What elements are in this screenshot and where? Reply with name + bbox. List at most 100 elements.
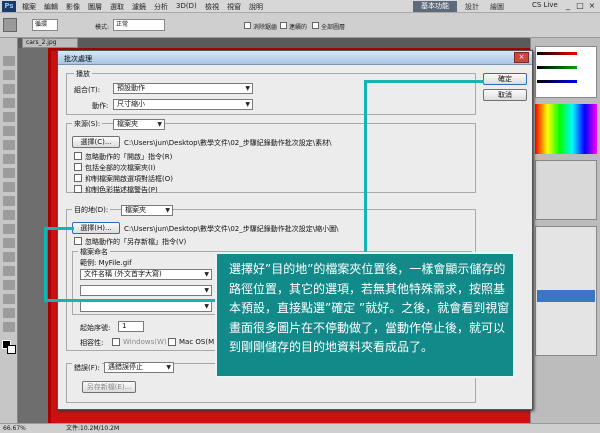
override-open-checkbox[interactable] — [74, 152, 82, 160]
all-layers-label: 全部圖層 — [321, 24, 346, 31]
tools-panel — [0, 38, 18, 423]
lasso-tool-icon[interactable] — [3, 84, 15, 94]
file-name-select-3[interactable]: ▼ — [80, 301, 212, 312]
move-tool-icon[interactable] — [3, 56, 15, 66]
all-layers-checkbox[interactable] — [312, 22, 319, 29]
contiguous-label: 連續的 — [289, 24, 308, 31]
healing-brush-tool-icon[interactable] — [3, 140, 15, 150]
zoom-level[interactable]: 66.67% — [3, 424, 26, 433]
anti-alias-checkbox[interactable] — [244, 22, 251, 29]
adjustments-panel[interactable] — [535, 160, 597, 220]
ok-button[interactable]: 確定 — [483, 73, 527, 85]
contiguous-checkbox[interactable] — [280, 22, 287, 29]
blur-tool-icon[interactable] — [3, 224, 15, 234]
red-slider[interactable] — [537, 52, 577, 55]
menu-edit[interactable]: 編輯 — [44, 2, 58, 12]
workspace-essentials-button[interactable]: 基本功能 — [413, 1, 457, 12]
eyedropper-tool-icon[interactable] — [3, 126, 15, 136]
type-tool-icon[interactable] — [3, 266, 15, 276]
blue-slider[interactable] — [537, 80, 577, 83]
quick-select-tool-icon[interactable] — [3, 98, 15, 108]
mode-select[interactable]: 正常 — [113, 19, 165, 31]
green-slider[interactable] — [537, 66, 577, 69]
source-path: C:\Users\jun\Desktop\數學文件\02_步驟紀錄動作批次設定\… — [124, 139, 332, 147]
callout-connector-left — [44, 227, 74, 230]
action-select[interactable]: 尺寸縮小 ▼ — [113, 99, 253, 110]
dialog-close-icon[interactable]: × — [514, 52, 529, 63]
swatches-panel[interactable] — [535, 104, 597, 154]
set-label: 組合(T): — [74, 86, 101, 94]
source-select[interactable]: 檔案夾 ▼ — [113, 119, 165, 130]
destination-select[interactable]: 檔案夾 ▼ — [121, 205, 173, 216]
menu-window[interactable]: 視窗 — [227, 2, 241, 12]
background-color-swatch[interactable] — [7, 345, 16, 354]
status-bar: 66.67% 文件:10.2M/10.2M — [0, 423, 600, 433]
file-name-select-1[interactable]: 文件名稱 (外文首字大寫) ▼ — [80, 269, 212, 280]
pen-tool-icon[interactable] — [3, 252, 15, 262]
file-naming-title: 檔案命名 — [78, 247, 110, 257]
options-bar: 循環 模式: 正常 消除鋸齒 連續的 全部圖層 — [0, 13, 600, 38]
save-as-button[interactable]: 另存新檔(E)... — [82, 381, 136, 393]
path-select-tool-icon[interactable] — [3, 280, 15, 290]
set-select[interactable]: 預設動作 ▼ — [113, 83, 253, 94]
close-icon[interactable]: × — [586, 1, 598, 11]
dialog-titlebar[interactable]: 批次處理 × — [58, 51, 532, 65]
suppress-open-dialogs-checkbox[interactable] — [74, 174, 82, 182]
zoom-tool-icon[interactable] — [3, 322, 15, 332]
fill-source-select[interactable]: 循環 — [32, 19, 58, 31]
right-panels — [530, 38, 600, 423]
clone-stamp-tool-icon[interactable] — [3, 168, 15, 178]
file-name-select-2[interactable]: ▼ — [80, 285, 212, 296]
menu-analysis[interactable]: 分析 — [154, 2, 168, 12]
compat-windows-label: Windows(W) — [123, 338, 167, 346]
override-open-label: 忽略動作的「開啟」指令(R) — [85, 153, 173, 161]
hand-tool-icon[interactable] — [3, 308, 15, 318]
mode-label: 模式: — [95, 24, 110, 31]
brush-tool-icon[interactable] — [3, 154, 15, 164]
document-tab[interactable]: cars_2.jpg — [22, 38, 78, 48]
suppress-open-dialogs-label: 抑制檔案開啟選項對話框(O) — [85, 175, 173, 183]
serial-input[interactable]: 1 — [118, 321, 144, 332]
suppress-color-warnings-checkbox[interactable] — [74, 185, 82, 193]
errors-select[interactable]: 遇錯誤停止 ▼ — [104, 362, 174, 373]
cs-live-button[interactable]: CS Live — [532, 1, 558, 9]
destination-choose-button[interactable]: 選擇(H)... — [72, 222, 120, 234]
menu-image[interactable]: 影像 — [66, 2, 80, 12]
eraser-tool-icon[interactable] — [3, 196, 15, 206]
shape-tool-icon[interactable] — [3, 294, 15, 304]
compat-windows-checkbox[interactable] — [112, 338, 120, 346]
include-subfolders-checkbox[interactable] — [74, 163, 82, 171]
callout-connector-vertical — [364, 80, 367, 253]
menu-select[interactable]: 選取 — [110, 2, 124, 12]
selected-layer-row[interactable] — [537, 290, 595, 302]
chevron-down-icon: ▼ — [204, 303, 209, 310]
document-info: 文件:10.2M/10.2M — [66, 425, 120, 432]
cancel-button[interactable]: 取消 — [483, 89, 527, 101]
menu-layer[interactable]: 圖層 — [88, 2, 102, 12]
suppress-color-warnings-label: 抑制色彩描述檔警告(P) — [85, 186, 158, 194]
compat-mac-label: Mac OS(M) — [179, 338, 217, 346]
menu-help[interactable]: 說明 — [249, 2, 263, 12]
menu-file[interactable]: 檔案 — [22, 2, 36, 12]
maximize-icon[interactable]: □ — [574, 1, 586, 11]
action-label: 動作: — [92, 102, 109, 110]
menu-view[interactable]: 檢視 — [205, 2, 219, 12]
photoshop-logo: Ps — [2, 1, 16, 12]
menu-3d[interactable]: 3D(D) — [176, 2, 197, 10]
paint-bucket-preset-icon[interactable] — [3, 18, 17, 32]
workspace-paint-link[interactable]: 繪圖 — [490, 2, 504, 12]
chevron-down-icon: ▼ — [245, 85, 250, 92]
history-brush-tool-icon[interactable] — [3, 182, 15, 192]
source-choose-button[interactable]: 選擇(C)... — [72, 136, 120, 148]
callout-connector-left-vertical — [44, 227, 47, 301]
workspace-design-link[interactable]: 設計 — [465, 2, 479, 12]
dodge-tool-icon[interactable] — [3, 238, 15, 248]
minimize-icon[interactable]: _ — [562, 1, 574, 11]
crop-tool-icon[interactable] — [3, 112, 15, 122]
compat-mac-checkbox[interactable] — [168, 338, 176, 346]
marquee-tool-icon[interactable] — [3, 70, 15, 80]
gradient-tool-icon[interactable] — [3, 210, 15, 220]
callout-text: 選擇好”目的地”的檔案夾位置後，一樣會顯示儲存的路徑位置，其它的選項，若無其他特… — [229, 262, 510, 354]
override-save-checkbox[interactable] — [74, 237, 82, 245]
menu-filter[interactable]: 濾鏡 — [132, 2, 146, 12]
